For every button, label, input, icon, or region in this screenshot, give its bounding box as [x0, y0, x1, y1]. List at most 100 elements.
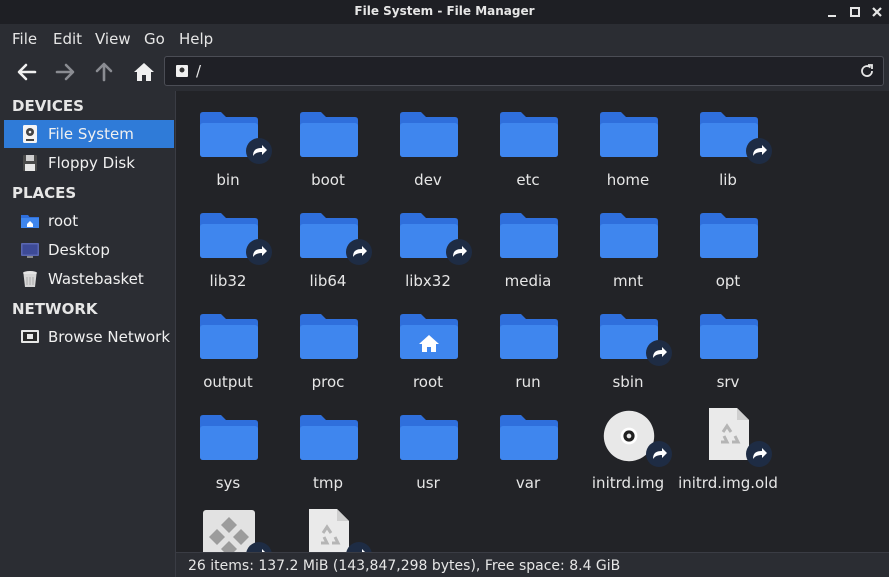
sidebar-item-floppy-disk[interactable]: Floppy Disk [4, 149, 174, 177]
menu-file[interactable]: File [12, 30, 37, 48]
file-item[interactable]: mnt [578, 192, 678, 292]
home-folder-icon [21, 215, 39, 228]
back-arrow-icon[interactable] [13, 58, 41, 86]
file-grid: bin boot dev etc home lib lib32 lib64 libx32 medi… [176, 91, 889, 552]
file-item[interactable]: initrd.img [578, 394, 678, 494]
file-item[interactable]: var [478, 394, 578, 494]
folder-icon [399, 414, 459, 460]
folder-icon [699, 212, 759, 258]
folder-icon [699, 313, 759, 359]
file-item[interactable]: srv [678, 293, 778, 393]
file-item[interactable]: dev [378, 91, 478, 191]
file-name: initrd.img.old [678, 474, 778, 492]
folder-icon [299, 414, 359, 460]
file-item[interactable]: etc [478, 91, 578, 191]
window-title: File System - File Manager [354, 4, 535, 18]
folder-icon [499, 212, 559, 258]
folder-icon [399, 111, 459, 157]
trash-icon [23, 271, 37, 287]
symlink-arrow-icon [346, 239, 372, 265]
file-item[interactable]: lib [678, 91, 778, 191]
symlink-arrow-icon [646, 340, 672, 366]
sidebar-item-label: Floppy Disk [48, 154, 135, 172]
file-item[interactable]: run [478, 293, 578, 393]
floppy-icon [23, 155, 37, 171]
sidebar-item-desktop[interactable]: Desktop [4, 236, 174, 264]
sidebar-item-label: Wastebasket [48, 270, 144, 288]
sidebar: DEVICES File System Floppy Disk PLACES r… [4, 91, 175, 577]
sidebar-item-label: Desktop [48, 241, 110, 259]
sidebar-item-label: File System [48, 125, 134, 143]
network-icon [21, 330, 39, 343]
file-item[interactable]: boot [278, 91, 378, 191]
symlink-arrow-icon [646, 441, 672, 467]
file-item[interactable]: tmp [278, 394, 378, 494]
file-item[interactable]: libx32 [378, 192, 478, 292]
folder-icon [599, 212, 659, 258]
file-item[interactable]: usr [378, 394, 478, 494]
sidebar-section-network: NETWORK [12, 300, 98, 318]
folder-icon [599, 111, 659, 157]
folder-icon [199, 414, 259, 460]
file-item[interactable]: proc [278, 293, 378, 393]
file-item[interactable]: sys [178, 394, 278, 494]
symlink-arrow-icon [346, 542, 372, 552]
file-item[interactable] [178, 495, 278, 552]
location-bar[interactable]: / [164, 56, 884, 86]
menu-bar: File Edit View Go Help [0, 24, 889, 54]
folder-icon [499, 313, 559, 359]
folder-icon [499, 111, 559, 157]
drive-icon [23, 125, 37, 143]
status-text: 26 items: 137.2 MiB (143,847,298 bytes),… [188, 558, 621, 574]
sidebar-section-places: PLACES [12, 184, 77, 202]
minimize-icon[interactable] [825, 5, 839, 19]
title-bar: File System - File Manager [0, 0, 889, 24]
file-name: lib [719, 171, 737, 189]
file-name: opt [715, 272, 741, 290]
maximize-icon[interactable] [848, 5, 862, 19]
file-item[interactable]: lib64 [278, 192, 378, 292]
status-bar: 26 items: 137.2 MiB (143,847,298 bytes),… [176, 552, 889, 577]
sidebar-item-browse-network[interactable]: Browse Network [4, 323, 174, 351]
file-item[interactable]: home [578, 91, 678, 191]
home-icon[interactable] [130, 58, 158, 86]
forward-arrow-icon[interactable] [51, 58, 79, 86]
file-item[interactable]: opt [678, 192, 778, 292]
location-path: / [196, 62, 202, 80]
file-item[interactable]: media [478, 192, 578, 292]
file-item[interactable]: output [178, 293, 278, 393]
toolbar: / [0, 54, 889, 90]
symlink-arrow-icon [246, 138, 272, 164]
sidebar-item-wastebasket[interactable]: Wastebasket [4, 265, 174, 293]
menu-go[interactable]: Go [144, 30, 165, 48]
sidebar-item-root[interactable]: root [4, 207, 174, 235]
symlink-arrow-icon [746, 138, 772, 164]
file-item[interactable] [278, 495, 378, 552]
up-arrow-icon[interactable] [90, 58, 118, 86]
desktop-icon [21, 243, 39, 258]
folder-icon [199, 313, 259, 359]
file-item[interactable]: initrd.img.old [678, 394, 778, 494]
menu-view[interactable]: View [95, 30, 131, 48]
sidebar-section-devices: DEVICES [12, 97, 84, 115]
close-icon[interactable] [870, 5, 884, 19]
home-folder-icon [399, 313, 459, 359]
file-item[interactable]: sbin [578, 293, 678, 393]
symlink-arrow-icon [746, 441, 772, 467]
folder-icon [499, 414, 559, 460]
reload-icon[interactable] [859, 63, 875, 79]
file-manager-window: File System - File Manager File Edit Vie… [0, 0, 889, 577]
file-name: srv [716, 373, 740, 391]
sidebar-item-label: root [48, 212, 79, 230]
menu-edit[interactable]: Edit [53, 30, 82, 48]
file-item[interactable]: root [378, 293, 478, 393]
symlink-arrow-icon [246, 239, 272, 265]
sidebar-item-file-system[interactable]: File System [4, 120, 174, 148]
symlink-arrow-icon [246, 542, 272, 552]
file-item[interactable]: lib32 [178, 192, 278, 292]
sidebar-item-label: Browse Network [48, 328, 171, 346]
menu-help[interactable]: Help [179, 30, 213, 48]
file-item[interactable]: bin [178, 91, 278, 191]
folder-icon [299, 111, 359, 157]
drive-icon [176, 65, 188, 77]
